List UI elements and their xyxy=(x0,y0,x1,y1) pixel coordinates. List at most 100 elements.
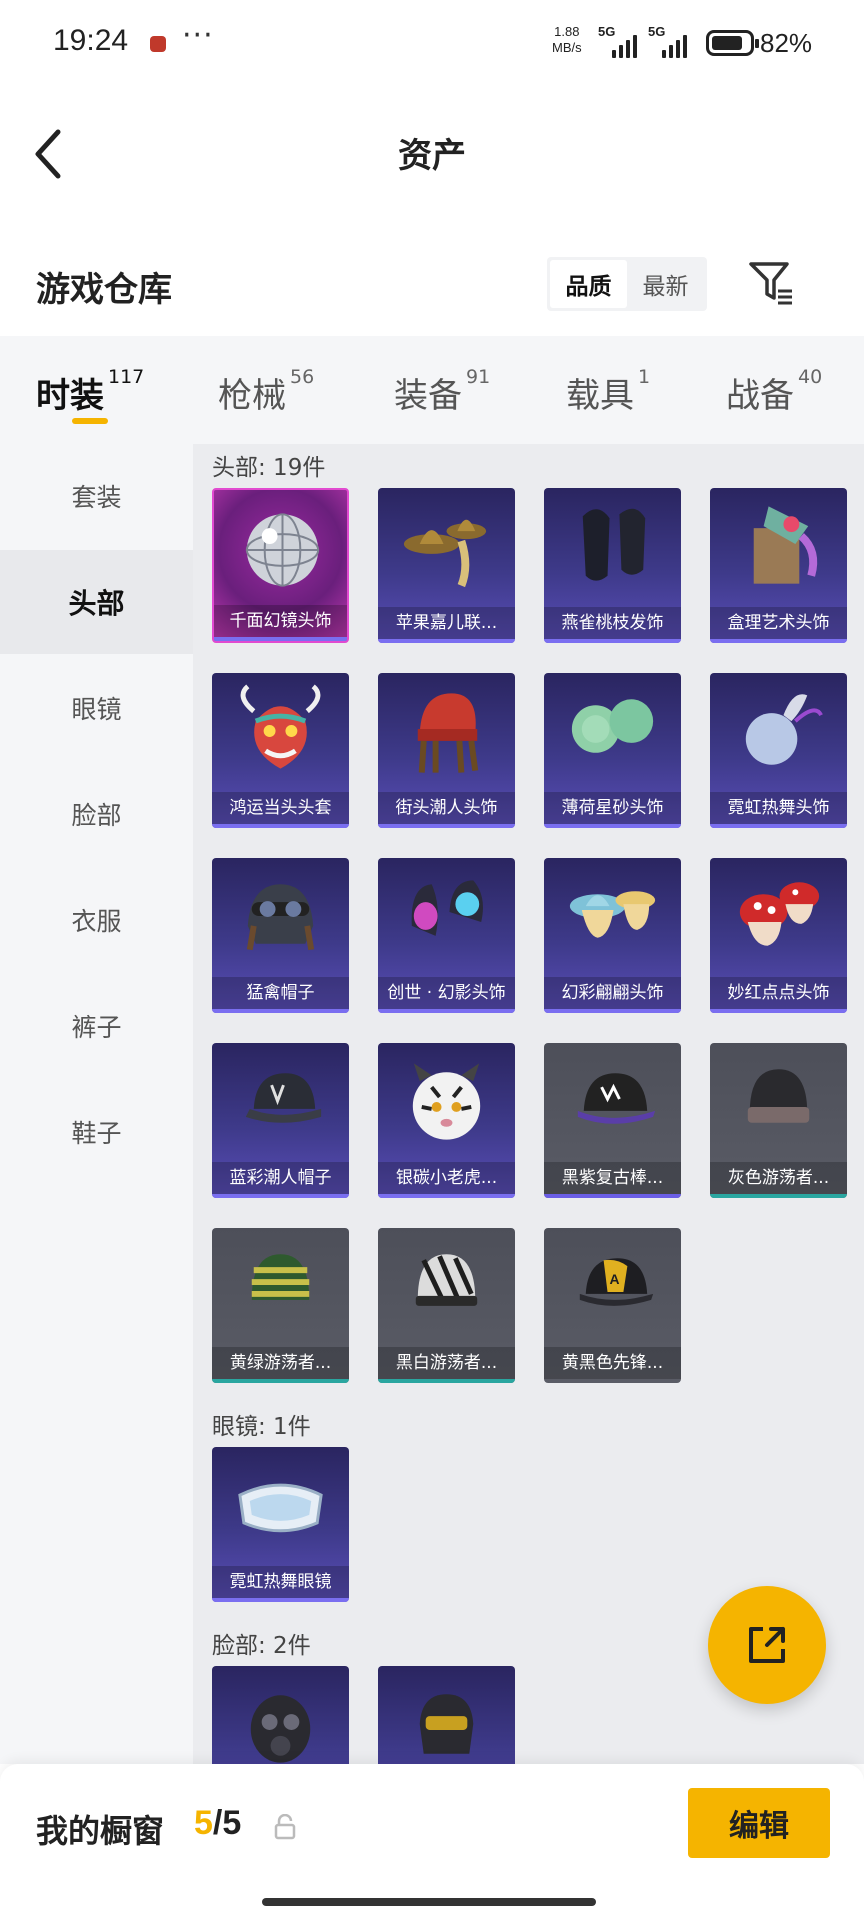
item-card[interactable]: 妙红点点头饰 xyxy=(710,858,847,1013)
item-card[interactable]: 霓虹热舞眼镜 xyxy=(212,1447,349,1602)
tab-label: 载具 xyxy=(566,376,634,416)
lock-icon xyxy=(274,1814,296,1840)
tab-count: 91 xyxy=(466,366,491,388)
item-card[interactable] xyxy=(212,1666,349,1764)
sidebar-item-shoes[interactable]: 鞋子 xyxy=(0,1080,193,1184)
item-card[interactable]: 猛禽帽子 xyxy=(212,858,349,1013)
tab-equipment[interactable]: 装备 91 xyxy=(394,366,491,417)
subcategory-sidebar: 套装 头部 眼镜 脸部 衣服 裤子 鞋子 xyxy=(0,444,193,1764)
network-speed-value: 1.88 xyxy=(554,24,580,39)
tab-vehicles[interactable]: 载具 1 xyxy=(566,366,651,417)
tab-label: 枪械 xyxy=(218,376,286,416)
item-name: 千面幻镜头饰 xyxy=(214,605,347,637)
item-card[interactable]: 苹果嘉儿联... xyxy=(378,488,515,643)
item-card[interactable]: 黑紫复古棒... xyxy=(544,1043,681,1198)
hair-icon xyxy=(582,508,646,581)
share-button[interactable] xyxy=(708,1586,826,1704)
item-name: 霓虹热舞头饰 xyxy=(710,792,847,824)
sidebar-item-head[interactable]: 头部 xyxy=(0,550,193,654)
box-head-icon xyxy=(753,506,818,584)
edit-button[interactable]: 编辑 xyxy=(688,1788,830,1858)
showcase-count-max: 5 xyxy=(222,1804,242,1842)
sidebar-item-face[interactable]: 脸部 xyxy=(0,762,193,866)
item-card[interactable] xyxy=(378,1666,515,1764)
home-indicator[interactable] xyxy=(262,1898,596,1906)
sidebar-item-glasses[interactable]: 眼镜 xyxy=(0,656,193,760)
svg-text:A: A xyxy=(610,1271,620,1287)
section-title: 游戏仓库 xyxy=(36,270,172,310)
item-name: 黑紫复古棒... xyxy=(544,1162,681,1194)
tab-label: 战备 xyxy=(726,376,794,416)
item-card[interactable]: 鸿运当头头套 xyxy=(212,673,349,828)
item-name: 妙红点点头饰 xyxy=(710,977,847,1009)
item-name: 霓虹热舞眼镜 xyxy=(212,1566,349,1598)
item-name: 盒理艺术头饰 xyxy=(710,607,847,639)
tab-count: 117 xyxy=(108,366,145,388)
goggles-icon xyxy=(238,1483,323,1533)
tab-firearms[interactable]: 枪械 56 xyxy=(218,366,314,417)
group-label: 头部: 19件 xyxy=(212,455,326,481)
item-name: 灰色游荡者... xyxy=(710,1162,847,1194)
item-card[interactable]: 银碳小老虎... xyxy=(378,1043,515,1198)
tab-gear[interactable]: 战备 40 xyxy=(726,366,823,417)
battery-percent: 82% xyxy=(760,28,813,58)
status-bar: 19:24 ··· 1.88 MB/s 5G 5G 82% xyxy=(0,0,864,90)
item-card[interactable]: 千面幻镜头饰 xyxy=(212,488,349,643)
item-card[interactable]: 薄荷星砂头饰 xyxy=(544,673,681,828)
item-card[interactable]: A 黄黑色先锋... xyxy=(544,1228,681,1383)
share-external-icon xyxy=(749,1627,785,1663)
filter-button[interactable] xyxy=(746,258,796,308)
showcase-bar: 我的橱窗 5/5 编辑 xyxy=(0,1764,864,1920)
showcase-count: 5/5 xyxy=(194,1804,241,1843)
item-name: 创世 · 幻影头饰 xyxy=(378,977,515,1009)
page-title: 资产 xyxy=(398,136,466,176)
gas-mask-icon xyxy=(250,1695,311,1763)
beanie-dreads-icon xyxy=(417,693,479,773)
bunny-hair-icon xyxy=(745,694,823,765)
mint-hair-icon xyxy=(571,699,654,753)
item-name: 苹果嘉儿联... xyxy=(378,607,515,639)
helmet-icon xyxy=(411,880,483,936)
tab-count: 1 xyxy=(638,366,651,388)
item-card[interactable]: 蓝彩潮人帽子 xyxy=(212,1043,349,1198)
knit-cap-icon xyxy=(747,1069,810,1123)
more-notifications-icon: ··· xyxy=(182,18,214,53)
status-time: 19:24 xyxy=(53,24,129,57)
cowboy-hat-icon xyxy=(403,519,487,588)
sort-option-quality[interactable]: 品质 xyxy=(550,260,627,308)
sidebar-item-pants[interactable]: 裤子 xyxy=(0,974,193,1078)
dragon-mask-icon xyxy=(240,684,321,769)
showcase-label: 我的橱窗 xyxy=(36,1812,165,1850)
item-card[interactable]: 街头潮人头饰 xyxy=(378,673,515,828)
group-label: 脸部: 2件 xyxy=(212,1633,311,1659)
item-name: 街头潮人头饰 xyxy=(378,792,515,824)
sort-option-newest[interactable]: 最新 xyxy=(627,260,704,308)
item-card[interactable]: 创世 · 幻影头饰 xyxy=(378,858,515,1013)
battery-icon xyxy=(706,30,759,56)
network-speed-unit: MB/s xyxy=(552,40,582,55)
item-card[interactable]: 盒理艺术头饰 xyxy=(710,488,847,643)
tab-fashion[interactable]: 时装 117 xyxy=(36,366,145,417)
tab-count: 40 xyxy=(798,366,823,388)
tab-label: 时装 xyxy=(36,376,104,416)
item-card[interactable]: 灰色游荡者... xyxy=(710,1043,847,1198)
signal-strength-icon: 5G xyxy=(598,24,644,58)
sort-toggle: 品质 最新 xyxy=(547,257,707,311)
sidebar-item-clothes[interactable]: 衣服 xyxy=(0,868,193,972)
item-card[interactable]: 黄绿游荡者... xyxy=(212,1228,349,1383)
sidebar-item-outfit[interactable]: 套装 xyxy=(0,444,193,548)
disco-ball-icon xyxy=(245,513,320,587)
filter-icon xyxy=(749,262,792,305)
face-mask-icon xyxy=(419,1694,474,1754)
item-card[interactable]: 燕雀桃枝发饰 xyxy=(544,488,681,643)
group-label: 眼镜: 1件 xyxy=(212,1414,311,1440)
item-card[interactable]: 黑白游荡者... xyxy=(378,1228,515,1383)
item-name: 黑白游荡者... xyxy=(378,1347,515,1379)
showcase-count-separator: / xyxy=(212,1804,223,1842)
baseball-cap-icon xyxy=(577,1073,656,1124)
aviator-cap-icon xyxy=(246,884,315,951)
item-card[interactable]: 霓虹热舞头饰 xyxy=(710,673,847,828)
item-name: 银碳小老虎... xyxy=(378,1162,515,1194)
item-card[interactable]: 幻彩翩翩头饰 xyxy=(544,858,681,1013)
striped-beanie-icon xyxy=(251,1254,310,1300)
